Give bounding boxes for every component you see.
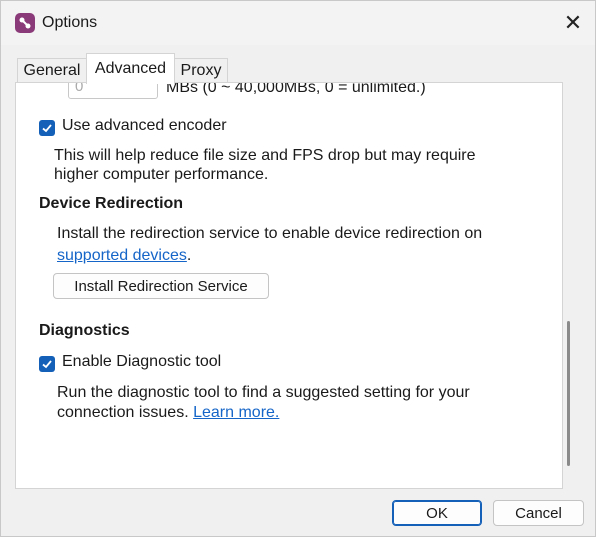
options-window: Options ✕ General Advanced Proxy 0 MBs (… — [0, 0, 596, 537]
cancel-button[interactable]: Cancel — [493, 500, 584, 526]
close-button[interactable]: ✕ — [557, 7, 589, 39]
diagnostic-description-line2: connection issues. Learn more. — [57, 404, 279, 422]
diagnostic-tool-checkbox[interactable] — [39, 356, 55, 372]
window-title: Options — [42, 14, 98, 31]
tab-proxy[interactable]: Proxy — [174, 58, 228, 83]
vertical-scrollbar[interactable] — [567, 321, 570, 466]
close-icon: ✕ — [563, 10, 583, 35]
install-redirection-service-button[interactable]: Install Redirection Service — [53, 273, 269, 299]
ok-button[interactable]: OK — [392, 500, 482, 526]
encoder-description-line2: higher computer performance. — [54, 166, 269, 183]
tab-advanced[interactable]: Advanced — [86, 53, 175, 84]
upload-limit-hint: MBs (0 ~ 40,000MBs, 0 = unlimited.) — [166, 82, 426, 96]
app-logo-icon — [15, 13, 35, 33]
advanced-encoder-label: Use advanced encoder — [62, 117, 227, 134]
title-bar: Options ✕ — [1, 1, 595, 45]
upload-limit-input[interactable]: 0 — [68, 83, 158, 99]
supported-devices-link[interactable]: supported devices — [57, 247, 187, 264]
redirection-description: Install the redirection service to enabl… — [57, 225, 483, 242]
learn-more-link[interactable]: Learn more. — [193, 404, 279, 421]
advanced-panel: 0 MBs (0 ~ 40,000MBs, 0 = unlimited.) Us… — [15, 82, 563, 489]
diagnostic-description-prefix: connection issues. — [57, 404, 189, 421]
device-redirection-heading: Device Redirection — [39, 195, 184, 212]
checkmark-icon — [42, 360, 52, 369]
diagnostic-description-line1: Run the diagnostic tool to find a sugges… — [57, 384, 470, 401]
redirection-link-line: supported devices. — [57, 247, 191, 265]
tab-general[interactable]: General — [17, 58, 87, 83]
encoder-description-line1: This will help reduce file size and FPS … — [54, 147, 476, 164]
advanced-encoder-checkbox[interactable] — [39, 120, 55, 136]
diagnostic-tool-label: Enable Diagnostic tool — [62, 353, 222, 370]
diagnostics-heading: Diagnostics — [39, 322, 130, 339]
link-period: . — [186, 247, 192, 264]
checkmark-icon — [42, 124, 52, 133]
